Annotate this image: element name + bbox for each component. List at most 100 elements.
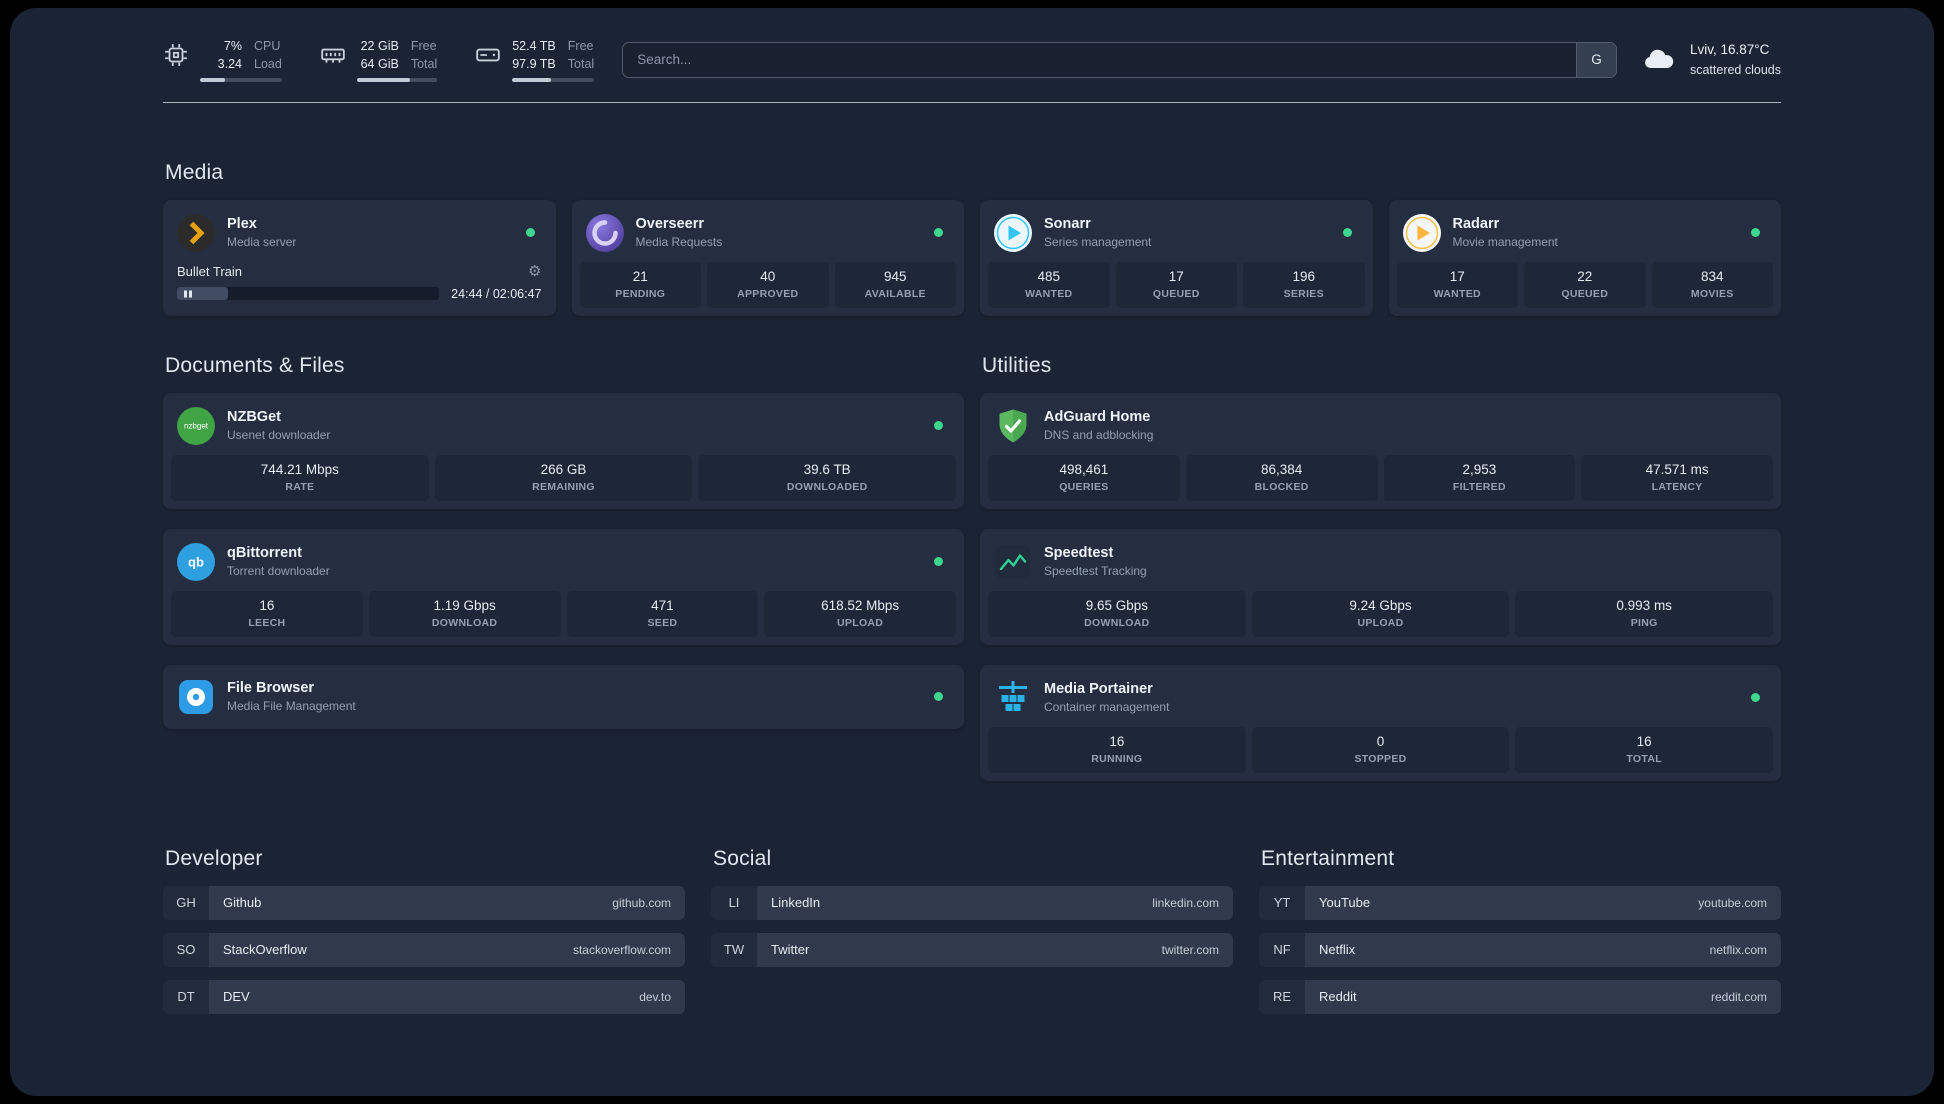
stat-tile: 22 QUEUED (1524, 261, 1646, 308)
resource-monitors: 7% 3.24 CPU Load 22 GiB 64 GiB Free Tota… (163, 38, 595, 82)
search-engine-button[interactable]: G (1575, 42, 1616, 77)
service-subtitle: Media File Management (227, 699, 356, 713)
stat-tile: 266 GB REMAINING (434, 454, 693, 501)
bookmark-domain: youtube.com (1698, 895, 1767, 910)
weather-condition: scattered clouds (1689, 62, 1781, 77)
stat-value: 9.65 Gbps (1085, 597, 1148, 613)
disk-monitor: 52.4 TB 97.9 TB Free Total (475, 38, 595, 82)
service-card-radarr[interactable]: Radarr Movie management 17 WANTED 22 QUE… (1388, 199, 1781, 316)
service-card-filebrowser[interactable]: File Browser Media File Management (163, 664, 964, 729)
disk-progress-bar (512, 78, 595, 82)
stat-label: REMAINING (532, 480, 595, 493)
stat-value: 47.571 ms (1645, 461, 1709, 477)
stat-tile: 16 LEECH (171, 590, 363, 637)
ram-total-label: Total (410, 56, 438, 71)
cpu-chip-icon (165, 44, 187, 66)
status-dot (525, 228, 535, 237)
status-dot (934, 692, 943, 701)
playback-time: 24:44 / 02:06:47 (451, 286, 542, 301)
service-card-qbittorrent[interactable]: qb qBittorrent Torrent downloader 16 LEE… (163, 528, 964, 645)
stat-label: APPROVED (737, 287, 799, 300)
stat-label: LEECH (248, 616, 286, 629)
stat-tile: 196 SERIES (1243, 261, 1365, 308)
stat-tile: 9.24 Gbps UPLOAD (1251, 590, 1510, 637)
status-dot (934, 557, 943, 566)
stat-tile: 16 TOTAL (1515, 726, 1774, 773)
search-bar: G (622, 41, 1617, 78)
bookmark-abbr: SO (163, 932, 209, 967)
svg-text:nzbget: nzbget (184, 421, 209, 430)
stat-value: 945 (883, 268, 907, 284)
service-subtitle: Torrent downloader (227, 564, 330, 578)
bookmark-abbr: YT (1259, 885, 1305, 920)
stat-tile: 744.21 Mbps RATE (171, 454, 429, 501)
service-subtitle: DNS and adblocking (1044, 428, 1154, 442)
service-card-sonarr[interactable]: Sonarr Series management 485 WANTED 17 Q… (980, 199, 1373, 316)
stat-tile: 1.19 Gbps DOWNLOAD (368, 590, 561, 637)
ram-free-label: Free (410, 39, 437, 53)
bookmark-twitter[interactable]: TW Twitter twitter.com (711, 932, 1233, 967)
stat-value: 21 (632, 268, 648, 284)
bookmark-abbr: DT (163, 979, 209, 1014)
bookmark-name: Reddit (1319, 989, 1357, 1004)
stat-value: 39.6 TB (803, 461, 851, 477)
service-title: Speedtest (1044, 545, 1114, 561)
service-subtitle: Movie management (1452, 235, 1558, 249)
stat-value: 196 (1292, 268, 1316, 284)
stat-label: STOPPED (1354, 752, 1407, 765)
bookmark-domain: dev.to (639, 989, 671, 1004)
stat-label: WANTED (1433, 287, 1481, 300)
service-card-plex[interactable]: Plex Media server Bullet Train ⚙ 24:44 /… (163, 199, 556, 316)
stat-tile: 485 WANTED (988, 261, 1110, 308)
stat-value: 618.52 Mbps (821, 597, 900, 613)
bookmark-netflix[interactable]: NF Netflix netflix.com (1259, 932, 1781, 967)
bookmark-group-developer: Developer GH Github github.com SO StackOv… (163, 847, 685, 1027)
status-dot (1751, 228, 1760, 237)
stat-value: 16 (1109, 733, 1125, 749)
bookmark-abbr: RE (1259, 979, 1305, 1014)
service-subtitle: Container management (1044, 700, 1170, 714)
stat-value: 834 (1700, 268, 1724, 284)
stat-label: PENDING (615, 287, 666, 300)
stat-value: 86,384 (1260, 461, 1303, 477)
bookmark-youtube[interactable]: YT YouTube youtube.com (1259, 885, 1781, 920)
disk-progress-fill (512, 78, 551, 82)
entertainment-heading: Entertainment (1261, 846, 1395, 870)
stat-tile: 2,953 FILTERED (1383, 454, 1576, 501)
service-card-overseerr[interactable]: Overseerr Media Requests 21 PENDING 40 A… (571, 199, 964, 316)
bookmark-stackoverflow[interactable]: SO StackOverflow stackoverflow.com (163, 932, 685, 967)
bookmark-name: YouTube (1319, 895, 1371, 910)
gear-icon[interactable]: ⚙ (528, 264, 541, 279)
bookmark-linkedin[interactable]: LI LinkedIn linkedin.com (711, 885, 1233, 920)
stat-value: 0.993 ms (1616, 597, 1672, 613)
adguard-icon (994, 407, 1032, 445)
bookmark-reddit[interactable]: RE Reddit reddit.com (1259, 979, 1781, 1014)
bookmark-dev[interactable]: DT DEV dev.to (163, 979, 685, 1014)
service-card-nzbget[interactable]: nzbget NZBGet Usenet downloader 744.21 M… (163, 392, 964, 509)
portainer-icon (994, 679, 1032, 717)
memory-icon (321, 48, 345, 63)
bookmark-domain: twitter.com (1161, 942, 1219, 957)
bookmark-abbr: LI (711, 885, 757, 920)
stat-value: 471 (651, 597, 674, 613)
service-subtitle: Media Requests (635, 235, 723, 249)
ram-progress-fill (356, 78, 410, 82)
sonarr-icon (994, 213, 1032, 252)
bookmark-abbr: TW (711, 932, 757, 967)
service-card-adguard[interactable]: AdGuard Home DNS and adblocking 498,461 … (980, 392, 1781, 509)
search-input[interactable] (623, 42, 1576, 77)
bookmark-name: StackOverflow (223, 942, 307, 957)
service-card-speedtest[interactable]: Speedtest Speedtest Tracking 9.65 Gbps D… (980, 528, 1781, 645)
bookmark-name: LinkedIn (771, 895, 821, 910)
status-dot (1342, 228, 1352, 237)
cpu-progress-fill (200, 78, 225, 82)
service-title: AdGuard Home (1044, 409, 1151, 425)
bookmark-github[interactable]: GH Github github.com (163, 885, 685, 920)
stat-value: 16 (1636, 733, 1652, 749)
status-dot (934, 421, 943, 430)
disk-icon (476, 48, 500, 62)
bookmark-domain: netflix.com (1709, 942, 1767, 957)
ram-progress-bar (356, 78, 438, 82)
stat-label: SERIES (1283, 287, 1324, 300)
service-card-portainer[interactable]: Media Portainer Container management 16 … (980, 664, 1781, 781)
